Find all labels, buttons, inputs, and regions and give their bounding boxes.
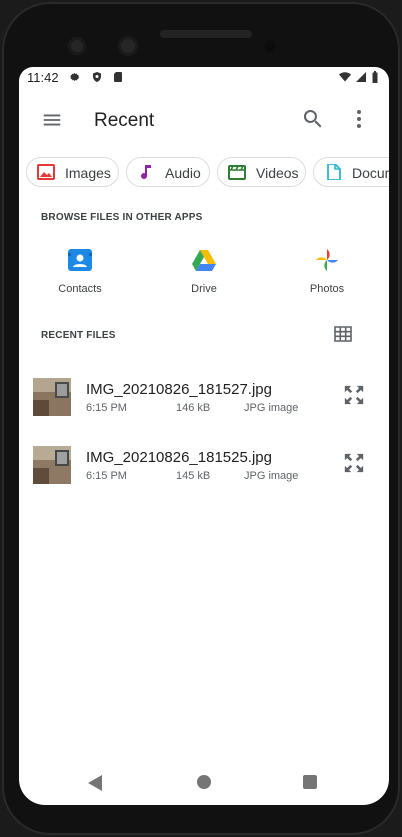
search-icon[interactable] [301,107,325,131]
chip-label: Audio [165,165,201,181]
file-time: 6:15 PM [86,470,127,482]
app-photos[interactable]: Photos [287,247,367,295]
expand-icon[interactable] [343,384,365,406]
file-size: 145 kB [176,470,211,482]
video-icon [228,165,246,180]
recent-files-heading: RECENT FILES [41,330,116,341]
screen: 11:42 Recent Images Audio Videos Docum [19,67,389,805]
chip-label: Docum [352,165,389,181]
photos-icon [316,249,338,271]
battery-icon [372,71,378,83]
front-camera-secondary [118,36,138,56]
app-bar: Recent [19,89,389,151]
settings-icon [70,72,80,82]
navigation-bar [19,765,389,805]
status-time: 11:42 [27,70,59,85]
music-note-icon [141,165,151,180]
file-type: JPG image [244,470,299,482]
file-type: JPG image [244,402,299,414]
shield-icon [93,72,101,82]
document-icon [327,164,341,180]
chip-label: Images [65,165,111,181]
home-button[interactable] [197,775,211,789]
chip-videos[interactable]: Videos [217,157,306,187]
app-contacts[interactable]: Contacts [40,247,120,295]
hamburger-menu-icon[interactable] [41,109,63,131]
app-label: Contacts [58,283,102,295]
proximity-sensor [264,40,276,52]
file-row[interactable]: IMG_20210826_181527.jpg 6:15 PM 146 kB J… [19,378,389,438]
signal-icon [356,72,366,82]
app-label: Drive [191,283,217,295]
expand-icon[interactable] [343,452,365,474]
page-title: Recent [94,110,155,131]
app-drive[interactable]: Drive [164,247,244,295]
app-label: Photos [309,283,345,295]
file-thumbnail [33,446,71,484]
file-thumbnail [33,378,71,416]
recent-apps-button[interactable] [303,775,317,789]
wifi-icon [339,72,351,82]
file-row[interactable]: IMG_20210826_181525.jpg 6:15 PM 145 kB J… [19,446,389,506]
contacts-icon [68,249,92,271]
drive-icon [192,250,216,271]
earpiece-speaker [160,30,252,38]
more-options-icon[interactable] [347,107,371,131]
back-icon[interactable] [87,774,103,792]
file-name: IMG_20210826_181525.jpg [86,449,272,466]
chip-images[interactable]: Images [26,157,119,187]
sd-card-icon [114,72,122,82]
image-icon [37,164,55,180]
chip-audio[interactable]: Audio [126,157,210,187]
chip-label: Videos [256,165,299,181]
browse-heading: BROWSE FILES IN OTHER APPS [41,212,203,223]
grid-view-icon[interactable] [334,326,352,342]
file-time: 6:15 PM [86,402,127,414]
status-bar: 11:42 [19,67,389,89]
chip-documents[interactable]: Docum [313,157,389,187]
file-name: IMG_20210826_181527.jpg [86,381,272,398]
file-size: 146 kB [176,402,211,414]
front-camera [68,37,86,55]
filter-chips: Images Audio Videos Docum [26,157,389,187]
